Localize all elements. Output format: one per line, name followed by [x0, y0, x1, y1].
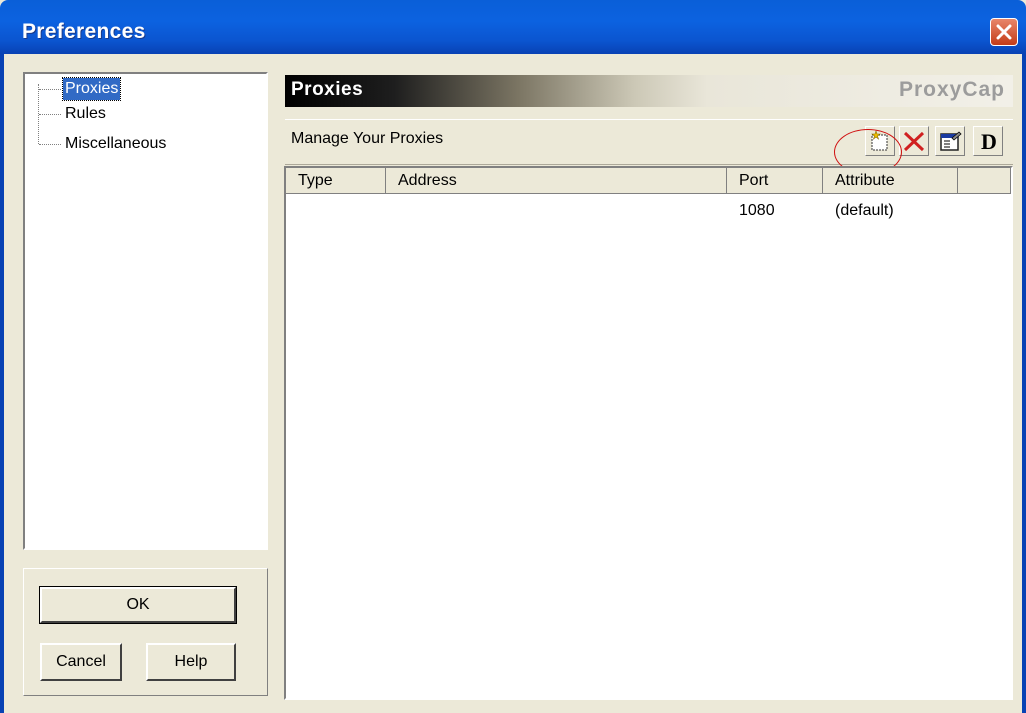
tree-item-label: Rules — [65, 105, 106, 122]
set-default-button[interactable]: D — [973, 126, 1003, 156]
window-frame-right — [1022, 54, 1026, 713]
panel-title: Proxies — [291, 79, 364, 100]
button-panel: OK Cancel Help — [23, 568, 268, 696]
column-header-address[interactable]: Address — [386, 168, 727, 194]
panel-header: Proxies ProxyCap — [285, 75, 1013, 107]
title-bar[interactable]: Preferences — [0, 0, 1026, 54]
window-frame-left — [0, 54, 4, 713]
delete-icon — [903, 131, 925, 152]
tree-item-label: Proxies — [61, 77, 122, 101]
cancel-button[interactable]: Cancel — [40, 643, 122, 681]
column-header-port[interactable]: Port — [727, 168, 823, 194]
panel-toolbar: Manage Your Proxies D — [285, 119, 1013, 165]
cell-attribute: (default) — [835, 202, 894, 219]
ok-button[interactable]: OK — [39, 586, 237, 624]
proxy-list[interactable]: Type Address Port Attribute 1080 (defaul… — [284, 166, 1013, 700]
default-icon: D — [981, 129, 997, 154]
brand-label: ProxyCap — [898, 78, 1005, 101]
help-button[interactable]: Help — [146, 643, 236, 681]
tree-item-label: Miscellaneous — [65, 135, 167, 152]
window-title: Preferences — [22, 20, 146, 43]
column-header-empty — [958, 168, 1011, 194]
cell-port: 1080 — [739, 202, 775, 219]
properties-button[interactable] — [935, 126, 965, 156]
category-tree[interactable]: Proxies Rules Miscellaneous — [23, 72, 268, 550]
column-header-attribute[interactable]: Attribute — [823, 168, 958, 194]
close-button[interactable] — [990, 18, 1018, 46]
delete-button[interactable] — [899, 126, 929, 156]
panel-subtitle: Manage Your Proxies — [291, 130, 444, 147]
column-header-type[interactable]: Type — [286, 168, 386, 194]
properties-icon — [940, 131, 962, 151]
close-icon — [996, 24, 1012, 40]
